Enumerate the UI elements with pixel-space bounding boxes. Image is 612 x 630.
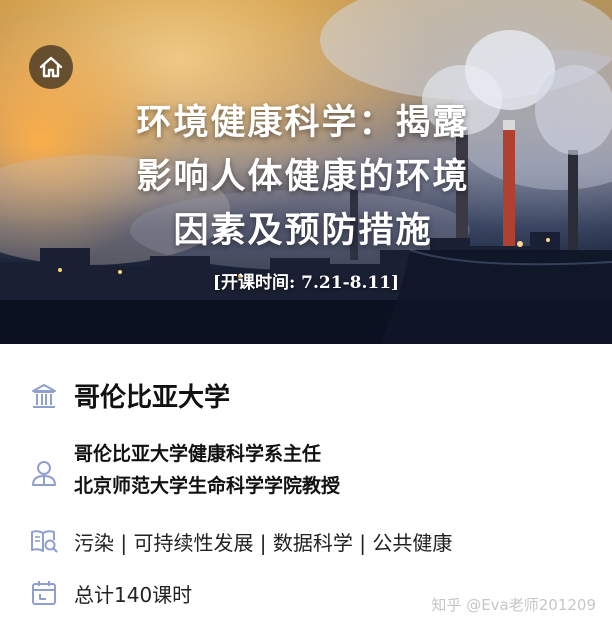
university-building-icon [29, 381, 59, 411]
instructor-titles: 哥伦比亚大学健康科学系主任 北京师范大学生命科学学院教授 [74, 438, 340, 502]
total-hours: 总计140课时 [74, 583, 193, 607]
home-icon [39, 56, 63, 78]
course-title-line: 因素及预防措施 [173, 210, 433, 251]
home-button[interactable] [29, 45, 73, 89]
person-icon [29, 458, 59, 488]
course-title: 环境健康科学：揭露 影响人体健康的环境 因素及预防措施 [88, 96, 518, 258]
watermark: 知乎 @Eva老师201209 [431, 596, 596, 614]
course-topics: 污染 | 可持续性发展 | 数据科学 | 公共健康 [74, 531, 453, 555]
course-title-line: 环境健康科学：揭露 [136, 102, 470, 143]
calendar-icon [29, 578, 59, 608]
course-card: 环境健康科学：揭露 影响人体健康的环境 因素及预防措施 [开课时间: 7.21-… [0, 0, 612, 630]
university-name: 哥伦比亚大学 [74, 383, 231, 413]
instructor-title: 哥伦比亚大学健康科学系主任 [74, 443, 322, 465]
book-search-icon [29, 526, 59, 556]
course-title-line: 影响人体健康的环境 [136, 156, 470, 197]
instructor-title: 北京师范大学生命科学学院教授 [74, 475, 341, 497]
course-dates: [开课时间: 7.21-8.11] [212, 273, 400, 293]
hero-banner: 环境健康科学：揭露 影响人体健康的环境 因素及预防措施 [开课时间: 7.21-… [0, 0, 612, 344]
